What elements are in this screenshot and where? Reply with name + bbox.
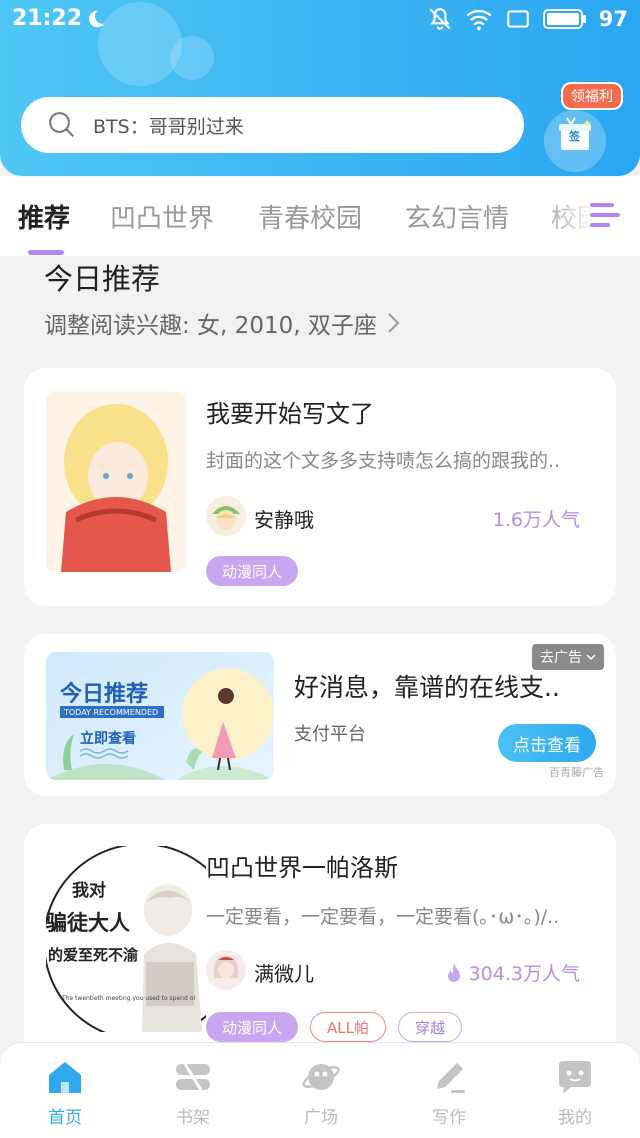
author-name: 满微儿 xyxy=(254,962,314,986)
author-avatar xyxy=(206,496,246,536)
cover-text-line: 我对 xyxy=(72,880,106,901)
tag[interactable]: ALL帕 xyxy=(310,1012,386,1042)
nav-label: 书架 xyxy=(176,1108,210,1128)
popularity-count: 304.3万人气 xyxy=(468,963,580,985)
popularity: 304.3万人气 xyxy=(445,959,580,986)
search-icon xyxy=(49,112,74,137)
nav-bookshelf[interactable]: 书架 xyxy=(153,1057,233,1128)
book-title: 凹凸世界一帕洛斯 xyxy=(206,854,398,882)
ad-image-title: 今日推荐 xyxy=(60,681,148,707)
home-icon xyxy=(49,1062,81,1093)
book-cover xyxy=(46,392,186,572)
ad-view-button[interactable]: 点击查看 xyxy=(498,724,596,762)
nav-square[interactable]: 广场 xyxy=(281,1057,361,1128)
header: 21:22 97 BTS：哥哥别过来 签 领福利 xyxy=(0,0,640,176)
search-bar[interactable]: BTS：哥哥别过来 xyxy=(21,97,524,153)
tag-row: 动漫同人 xyxy=(206,556,299,586)
pen-icon xyxy=(437,1063,465,1093)
cover-text-line: The twentieth meeting you used to spend … xyxy=(61,995,195,1002)
book-card[interactable]: 我对 骗徒大人 的爱至死不渝 The twentieth meeting you… xyxy=(24,824,616,1064)
chevron-right-icon xyxy=(388,313,400,333)
interest-settings-link[interactable]: 调整阅读兴趣: 女, 2010, 双子座 xyxy=(44,306,401,340)
search-placeholder: BTS：哥哥别过来 xyxy=(93,115,244,138)
moon-icon xyxy=(89,10,105,28)
interest-settings-text: 调整阅读兴趣: 女, 2010, 双子座 xyxy=(44,313,377,339)
decor-bubble xyxy=(170,36,214,80)
author-avatar xyxy=(206,950,246,990)
tag[interactable]: 动漫同人 xyxy=(206,1012,299,1042)
wifi-icon xyxy=(466,9,492,31)
remove-ad-button[interactable]: 去广告 xyxy=(532,644,604,670)
category-menu-icon[interactable] xyxy=(588,200,622,230)
flame-icon xyxy=(447,962,460,982)
battery-icon xyxy=(542,9,586,29)
status-time: 21:22 xyxy=(12,6,83,31)
mute-icon xyxy=(429,8,451,30)
tab-recommend[interactable]: 推荐 xyxy=(18,198,70,235)
welfare-button[interactable]: 签 领福利 xyxy=(542,82,628,174)
ad-image: 今日推荐 TODAY RECOMMENDED 立即查看 xyxy=(46,652,274,780)
status-bar: 21:22 97 xyxy=(0,0,640,40)
book-description: 一定要看，一定要看，一定要看(｡･ω･｡)/.. xyxy=(206,906,560,928)
recommend-title: 今日推荐 xyxy=(44,262,161,296)
nav-label: 写作 xyxy=(432,1108,466,1128)
book-card[interactable]: 我要开始写文了 封面的这个文多多支持啧怎么搞的跟我的.. 安静哦 1.6万人气 … xyxy=(24,368,616,606)
tab-active-indicator xyxy=(28,250,64,255)
welfare-badge: 领福利 xyxy=(561,82,623,110)
nav-home[interactable]: 首页 xyxy=(25,1057,105,1128)
author-name: 安静哦 xyxy=(254,508,314,532)
book-cover: 我对 骗徒大人 的爱至死不渝 The twentieth meeting you… xyxy=(46,846,206,1032)
ad-card[interactable]: 今日推荐 TODAY RECOMMENDED 立即查看 好消息，靠谱的在线支..… xyxy=(24,634,616,796)
book-title: 我要开始写文了 xyxy=(206,400,374,428)
chat-bubble-icon xyxy=(559,1061,591,1094)
planet-icon xyxy=(302,1064,340,1090)
nav-label: 首页 xyxy=(48,1108,82,1128)
bottom-nav: 首页 书架 广场 写作 我的 xyxy=(0,1042,640,1138)
tab-youth-campus[interactable]: 青春校园 xyxy=(258,198,362,235)
battery-level: 97 xyxy=(598,7,628,31)
category-tabs: 推荐 凹凸世界 青春校园 玄幻言情 校园 xyxy=(0,176,640,256)
ad-image-cta: 立即查看 xyxy=(80,730,136,747)
book-description: 封面的这个文多多支持啧怎么搞的跟我的.. xyxy=(206,450,561,472)
ad-brand: 百青藤广告 xyxy=(549,766,604,779)
ad-image-subtitle: TODAY RECOMMENDED xyxy=(63,708,158,717)
nav-write[interactable]: 写作 xyxy=(409,1057,489,1128)
sign-in-label: 签 xyxy=(569,130,580,143)
tab-fantasy-romance[interactable]: 玄幻言情 xyxy=(405,198,509,235)
ad-source: 支付平台 xyxy=(294,724,366,745)
screen-rotate-icon xyxy=(506,10,529,28)
bookshelf-icon xyxy=(176,1063,210,1091)
cover-text-line: 的爱至死不渝 xyxy=(48,946,139,964)
popularity: 1.6万人气 xyxy=(493,505,580,532)
nav-label: 广场 xyxy=(304,1108,338,1128)
tag-row: 动漫同人 ALL帕 穿越 xyxy=(206,1012,463,1042)
ad-title: 好消息，靠谱的在线支.. xyxy=(294,673,560,702)
tab-aotu-world[interactable]: 凹凸世界 xyxy=(110,198,214,235)
cover-text-line: 骗徒大人 xyxy=(46,911,130,935)
remove-ad-label: 去广告 xyxy=(540,650,582,666)
nav-label: 我的 xyxy=(558,1108,592,1128)
tag[interactable]: 动漫同人 xyxy=(206,556,299,586)
popularity-count: 1.6万人气 xyxy=(492,509,580,531)
tag[interactable]: 穿越 xyxy=(398,1012,463,1042)
nav-me[interactable]: 我的 xyxy=(535,1057,615,1128)
chevron-down-icon xyxy=(586,654,596,661)
